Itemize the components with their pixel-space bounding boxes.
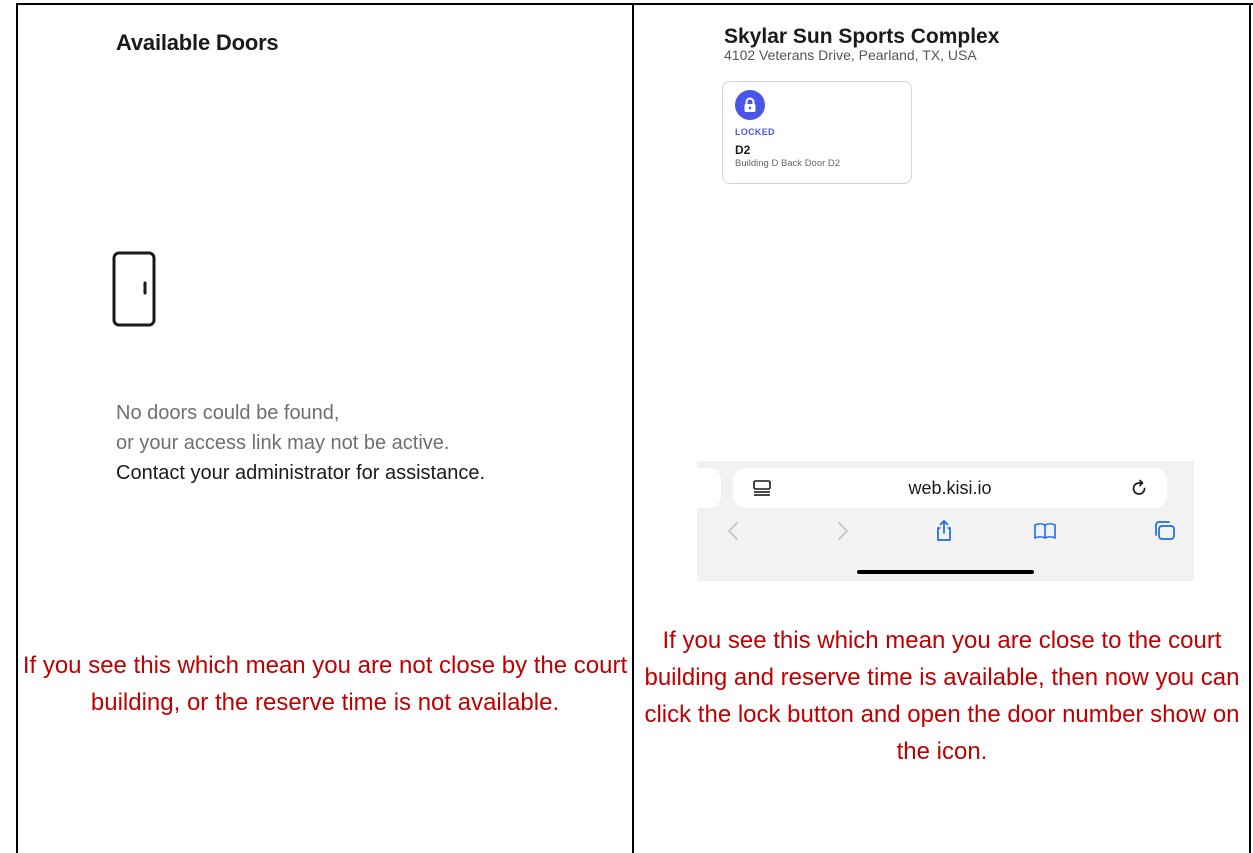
- back-icon[interactable]: [722, 519, 746, 543]
- left-caption: If you see this which mean you are not c…: [22, 652, 628, 716]
- bookmarks-icon[interactable]: [1033, 519, 1057, 543]
- message-line-3: Contact your administrator for assistanc…: [116, 462, 486, 484]
- available-doors-title: Available Doors: [116, 30, 279, 55]
- right-caption: If you see this which mean you are close…: [644, 627, 1240, 765]
- lock-button[interactable]: [735, 90, 765, 120]
- message-line-1: No doors could be found,: [116, 402, 340, 424]
- door-description: Building D Back Door D2: [735, 158, 841, 169]
- tabs-icon[interactable]: [1153, 519, 1177, 543]
- door-card[interactable]: LOCKED D2 Building D Back Door D2: [722, 81, 912, 184]
- lock-icon: [744, 97, 756, 112]
- address-bar[interactable]: web.kisi.io: [733, 468, 1167, 508]
- document-frame: Available Doors No doors could be found,…: [0, 0, 1253, 853]
- forward-icon[interactable]: [830, 519, 854, 543]
- site-address: 4102 Veterans Drive, Pearland, TX, USA: [724, 47, 977, 63]
- site-name: Skylar Sun Sports Complex: [724, 25, 1000, 48]
- table-border-top: [16, 3, 1253, 5]
- door-icon: [112, 251, 156, 327]
- table-border-left: [16, 3, 18, 853]
- previous-tab-sliver[interactable]: [697, 468, 721, 508]
- home-indicator: [857, 570, 1034, 574]
- table-divider: [632, 3, 634, 853]
- no-doors-message: No doors could be found, or your access …: [116, 398, 485, 488]
- share-icon[interactable]: [932, 519, 956, 543]
- message-line-2: or your access link may not be active.: [116, 432, 450, 454]
- reload-icon[interactable]: [1129, 478, 1149, 498]
- url-text[interactable]: web.kisi.io: [733, 478, 1167, 499]
- door-name: D2: [735, 143, 751, 157]
- table-border-right: [1249, 3, 1251, 853]
- lock-status-label: LOCKED: [735, 127, 775, 137]
- browser-bottom-bar: web.kisi.io: [697, 461, 1194, 581]
